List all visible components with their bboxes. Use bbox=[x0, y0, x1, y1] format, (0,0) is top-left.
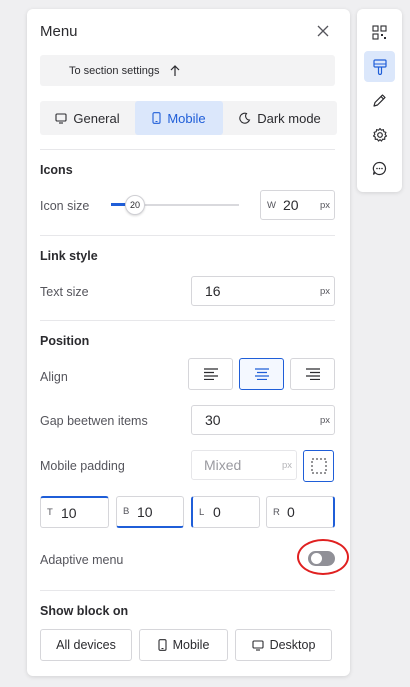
align-right-button[interactable] bbox=[290, 358, 335, 390]
gap-field[interactable]: 30 px bbox=[191, 405, 335, 435]
tab-mobile[interactable]: Mobile bbox=[135, 101, 223, 135]
phone-icon bbox=[152, 112, 161, 124]
padding-mode-toggle[interactable] bbox=[303, 450, 334, 482]
padding-right-value: 0 bbox=[287, 504, 295, 520]
show-block-title: Show block on bbox=[40, 604, 129, 618]
highlight-ring bbox=[297, 539, 349, 575]
align-right-icon bbox=[305, 368, 320, 380]
width-prefix: W bbox=[267, 199, 276, 211]
padding-right-field[interactable]: R 0 bbox=[266, 496, 335, 528]
to-section-settings-button[interactable]: To section settings bbox=[40, 55, 335, 86]
divider bbox=[40, 149, 335, 150]
tab-mobile-label: Mobile bbox=[167, 110, 206, 126]
show-desktop-button[interactable]: Desktop bbox=[235, 629, 332, 661]
divider bbox=[40, 320, 335, 321]
align-left-icon bbox=[203, 368, 218, 380]
padding-left-value: 0 bbox=[213, 504, 221, 520]
pencil-icon bbox=[373, 94, 386, 107]
design-button[interactable] bbox=[364, 51, 395, 82]
qr-code-icon bbox=[372, 25, 387, 40]
padding-bottom-field[interactable]: B 10 bbox=[116, 496, 184, 528]
text-size-label: Text size bbox=[40, 285, 89, 299]
icon-width-unit: px bbox=[319, 199, 330, 211]
mode-tabs: General Mobile Dark mode bbox=[40, 101, 337, 135]
text-size-field[interactable]: 16 px bbox=[191, 276, 335, 306]
phone-icon bbox=[158, 639, 167, 651]
to-section-label: To section settings bbox=[69, 64, 160, 77]
text-size-unit: px bbox=[319, 285, 330, 297]
icon-size-label: Icon size bbox=[40, 199, 90, 213]
close-icon[interactable] bbox=[316, 24, 330, 38]
mobile-padding-label: Mobile padding bbox=[40, 459, 125, 473]
edit-button[interactable] bbox=[364, 85, 395, 116]
arrow-up-icon bbox=[170, 64, 179, 76]
divider bbox=[40, 590, 335, 591]
tab-dark-mode[interactable]: Dark mode bbox=[223, 101, 337, 135]
show-mobile-button[interactable]: Mobile bbox=[139, 629, 228, 661]
text-size-value: 16 bbox=[205, 283, 221, 299]
tab-general[interactable]: General bbox=[40, 101, 135, 135]
padding-top-value: 10 bbox=[61, 504, 77, 521]
divider bbox=[40, 235, 335, 236]
padding-left-prefix: L bbox=[199, 506, 205, 518]
padding-left-field[interactable]: L 0 bbox=[191, 496, 260, 528]
dashed-square-icon bbox=[311, 458, 326, 474]
gear-icon bbox=[372, 127, 387, 142]
gap-value: 30 bbox=[205, 412, 221, 428]
tab-dark-mode-label: Dark mode bbox=[257, 110, 321, 126]
adaptive-menu-label: Adaptive menu bbox=[40, 553, 124, 567]
mobile-label: Mobile bbox=[172, 638, 210, 652]
position-section-title: Position bbox=[40, 334, 90, 348]
align-left-button[interactable] bbox=[188, 358, 233, 390]
mobile-padding-field[interactable]: Mixed px bbox=[191, 450, 297, 480]
icon-width-field[interactable]: W 20 px bbox=[260, 190, 335, 220]
align-label: Align bbox=[40, 370, 68, 384]
all-devices-label: All devices bbox=[56, 638, 116, 652]
padding-top-field[interactable]: T 10 bbox=[40, 496, 109, 528]
panel-title: Menu bbox=[40, 23, 78, 40]
tab-general-label: General bbox=[73, 110, 120, 126]
icon-size-slider-thumb[interactable]: 20 bbox=[125, 195, 145, 215]
monitor-icon bbox=[252, 639, 264, 651]
padding-right-prefix: R bbox=[273, 506, 280, 518]
chat-icon bbox=[372, 161, 387, 176]
show-all-devices-button[interactable]: All devices bbox=[40, 629, 132, 661]
icon-width-value: 20 bbox=[283, 197, 299, 213]
link-style-section-title: Link style bbox=[40, 249, 98, 263]
mobile-padding-unit: px bbox=[281, 459, 292, 471]
align-center-button[interactable] bbox=[239, 358, 284, 390]
padding-bottom-value: 10 bbox=[137, 503, 153, 520]
paint-brush-icon bbox=[372, 58, 387, 75]
gap-label: Gap beetwen items bbox=[40, 414, 148, 428]
settings-button[interactable] bbox=[364, 119, 395, 150]
desktop-label: Desktop bbox=[269, 638, 316, 652]
mobile-padding-placeholder: Mixed bbox=[204, 457, 242, 473]
monitor-icon bbox=[55, 112, 67, 124]
align-center-icon bbox=[254, 368, 269, 380]
icons-section-title: Icons bbox=[40, 163, 73, 177]
qr-code-button[interactable] bbox=[364, 17, 395, 48]
padding-top-prefix: T bbox=[47, 507, 53, 518]
comments-button[interactable] bbox=[364, 153, 395, 184]
side-toolbar bbox=[357, 9, 402, 192]
moon-icon bbox=[239, 112, 251, 124]
padding-bottom-prefix: B bbox=[123, 506, 130, 517]
gap-unit: px bbox=[319, 414, 330, 426]
